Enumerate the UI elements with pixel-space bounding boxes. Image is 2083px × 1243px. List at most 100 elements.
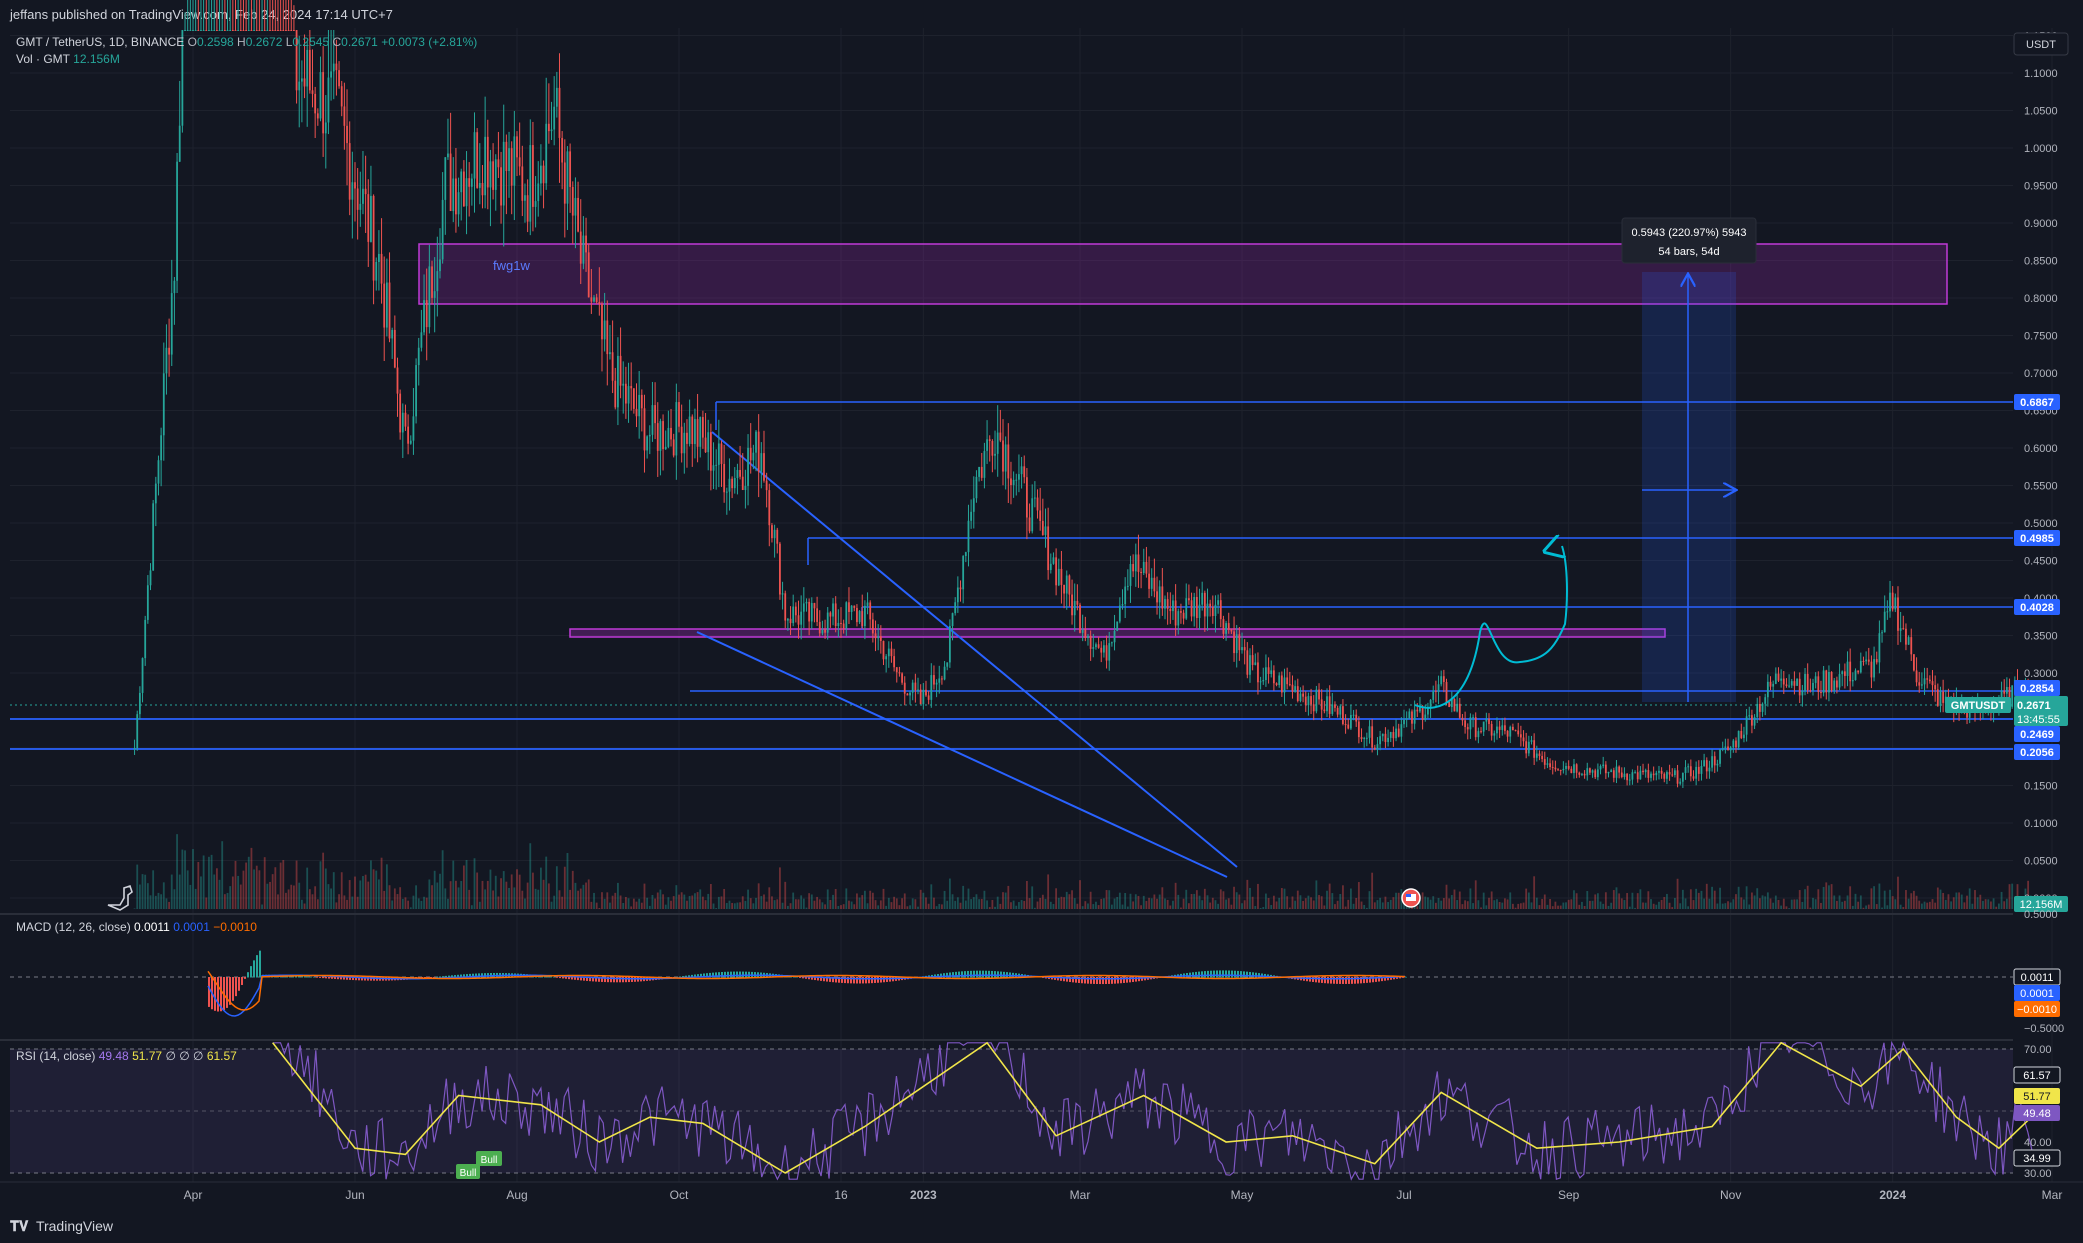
candle-body bbox=[1246, 650, 1249, 675]
macd-histogram-bar bbox=[556, 977, 558, 978]
candle-body bbox=[1153, 577, 1156, 592]
candle-body bbox=[1180, 611, 1182, 613]
candle-body bbox=[1626, 773, 1628, 781]
candle-body bbox=[245, 30, 248, 31]
volume-bar bbox=[1307, 895, 1310, 909]
rsi-legend[interactable]: RSI (14, close) 49.48 51.77 ∅ ∅ ∅ 61.57 bbox=[16, 1049, 237, 1063]
candle-body bbox=[1724, 746, 1727, 749]
macd-legend[interactable]: MACD (12, 26, close) 0.0011 0.0001 −0.00… bbox=[16, 920, 257, 934]
candle-body bbox=[516, 136, 518, 158]
candle-body bbox=[1464, 720, 1466, 728]
candle-body bbox=[864, 605, 866, 627]
volume-bar bbox=[1674, 897, 1676, 909]
rsi-axis: 70.0040.0030.0061.5751.7749.4834.99 bbox=[2013, 1044, 2061, 1180]
volume-bar bbox=[848, 900, 850, 909]
price-axis[interactable]: 1.15001.10001.05001.00000.95000.90000.85… bbox=[2024, 31, 2058, 906]
measure-range-box[interactable] bbox=[1642, 272, 1736, 702]
candle-body bbox=[736, 469, 739, 478]
volume-bar bbox=[1894, 899, 1897, 909]
volume-bar bbox=[287, 889, 290, 909]
candle-body bbox=[696, 419, 699, 447]
candle-body bbox=[484, 136, 487, 196]
volume-bar bbox=[226, 892, 229, 909]
volume-bar bbox=[1357, 882, 1360, 909]
volume-bar bbox=[168, 901, 170, 909]
volume-bar bbox=[739, 902, 741, 909]
volume-bar bbox=[664, 904, 667, 909]
candle-body bbox=[218, 30, 221, 31]
candle-body bbox=[1543, 759, 1546, 765]
candle-body bbox=[1336, 707, 1339, 715]
candle-body bbox=[216, 30, 218, 31]
volume-bar bbox=[1583, 905, 1586, 909]
candle-body bbox=[680, 426, 683, 454]
candle-body bbox=[335, 63, 338, 71]
candle-body bbox=[194, 30, 197, 31]
candle-body bbox=[988, 439, 991, 441]
volume-legend[interactable]: Vol · GMT 12.156M bbox=[16, 52, 120, 66]
volume-bar bbox=[399, 887, 402, 909]
volume-bar bbox=[1517, 903, 1520, 909]
currency-button-label[interactable]: USDT bbox=[2026, 39, 2056, 51]
candle-body bbox=[1010, 478, 1012, 486]
volume-bar bbox=[1421, 892, 1424, 909]
candle-body bbox=[1482, 721, 1485, 732]
candle-body bbox=[1350, 714, 1352, 729]
volume-bar bbox=[229, 886, 232, 909]
volume-bar bbox=[922, 892, 925, 909]
macd-histogram-bar bbox=[979, 970, 981, 978]
candle-body bbox=[1676, 770, 1679, 784]
volume-bar bbox=[205, 897, 208, 909]
volume-bar bbox=[1142, 895, 1145, 909]
candle-body bbox=[792, 606, 795, 624]
volume-bar bbox=[1288, 907, 1291, 909]
candle-body bbox=[1230, 629, 1233, 632]
volume-bar bbox=[1538, 905, 1541, 909]
countdown-text: 13:45:55 bbox=[2017, 714, 2060, 726]
volume-bar bbox=[975, 894, 978, 909]
wedge-lower-trendline[interactable] bbox=[696, 631, 1228, 878]
volume-bar bbox=[856, 893, 858, 909]
candle-body bbox=[622, 383, 625, 386]
volume-bar bbox=[1103, 898, 1105, 909]
footer-brand[interactable]: 𝐓𝐕 TradingView bbox=[10, 1218, 113, 1235]
volume-bar bbox=[728, 900, 731, 909]
candle-body bbox=[1883, 611, 1886, 633]
candle-body bbox=[1421, 707, 1424, 721]
volume-bar bbox=[1320, 896, 1323, 909]
symbol-legend[interactable]: GMT / TetherUS, 1D, BINANCE O0.2598 H0.2… bbox=[16, 35, 477, 49]
candle-body bbox=[587, 252, 590, 298]
candle-body bbox=[1721, 748, 1724, 750]
projection-path[interactable] bbox=[1414, 546, 1568, 709]
candle-body bbox=[749, 447, 752, 461]
candle-body bbox=[439, 259, 441, 272]
volume-bar bbox=[452, 860, 455, 909]
volume-bar bbox=[1150, 898, 1153, 909]
volume-bar bbox=[340, 872, 343, 909]
volume-bar bbox=[1509, 892, 1512, 909]
volume-bar bbox=[1453, 889, 1456, 909]
volume-bar bbox=[1164, 898, 1166, 909]
candle-body bbox=[1381, 733, 1384, 737]
price-chart[interactable]: 0.5943 (220.97%) 5943 54 bars, 54d fwg1w… bbox=[0, 0, 2083, 1243]
volume-bar bbox=[1976, 897, 1979, 909]
wedge-upper-trendline[interactable] bbox=[711, 431, 1238, 868]
time-axis[interactable]: Apr Jun Aug Oct 16 2023 Mar May Jul Sep Nov 2024 Mar… bbox=[184, 1188, 2083, 1202]
volume-bar bbox=[239, 884, 242, 909]
volume-bar bbox=[874, 900, 877, 909]
volume-bar bbox=[2011, 883, 2014, 909]
volume-bar bbox=[903, 893, 906, 909]
volume-bar bbox=[601, 892, 603, 909]
volume-bar bbox=[1634, 907, 1636, 909]
symbol-name[interactable]: GMT / TetherUS, 1D, BINANCE bbox=[16, 35, 184, 49]
volume-bar bbox=[1554, 901, 1557, 909]
high-value: 0.2672 bbox=[245, 35, 283, 49]
candle-body bbox=[901, 673, 903, 683]
economic-events-icon[interactable] bbox=[1401, 888, 1421, 908]
macd-histogram-bar bbox=[325, 977, 327, 979]
candle-body bbox=[582, 235, 585, 264]
candle-body bbox=[574, 197, 577, 216]
volume-bar bbox=[1546, 904, 1549, 909]
candle-body bbox=[303, 78, 306, 87]
volume-bar bbox=[1466, 901, 1469, 909]
